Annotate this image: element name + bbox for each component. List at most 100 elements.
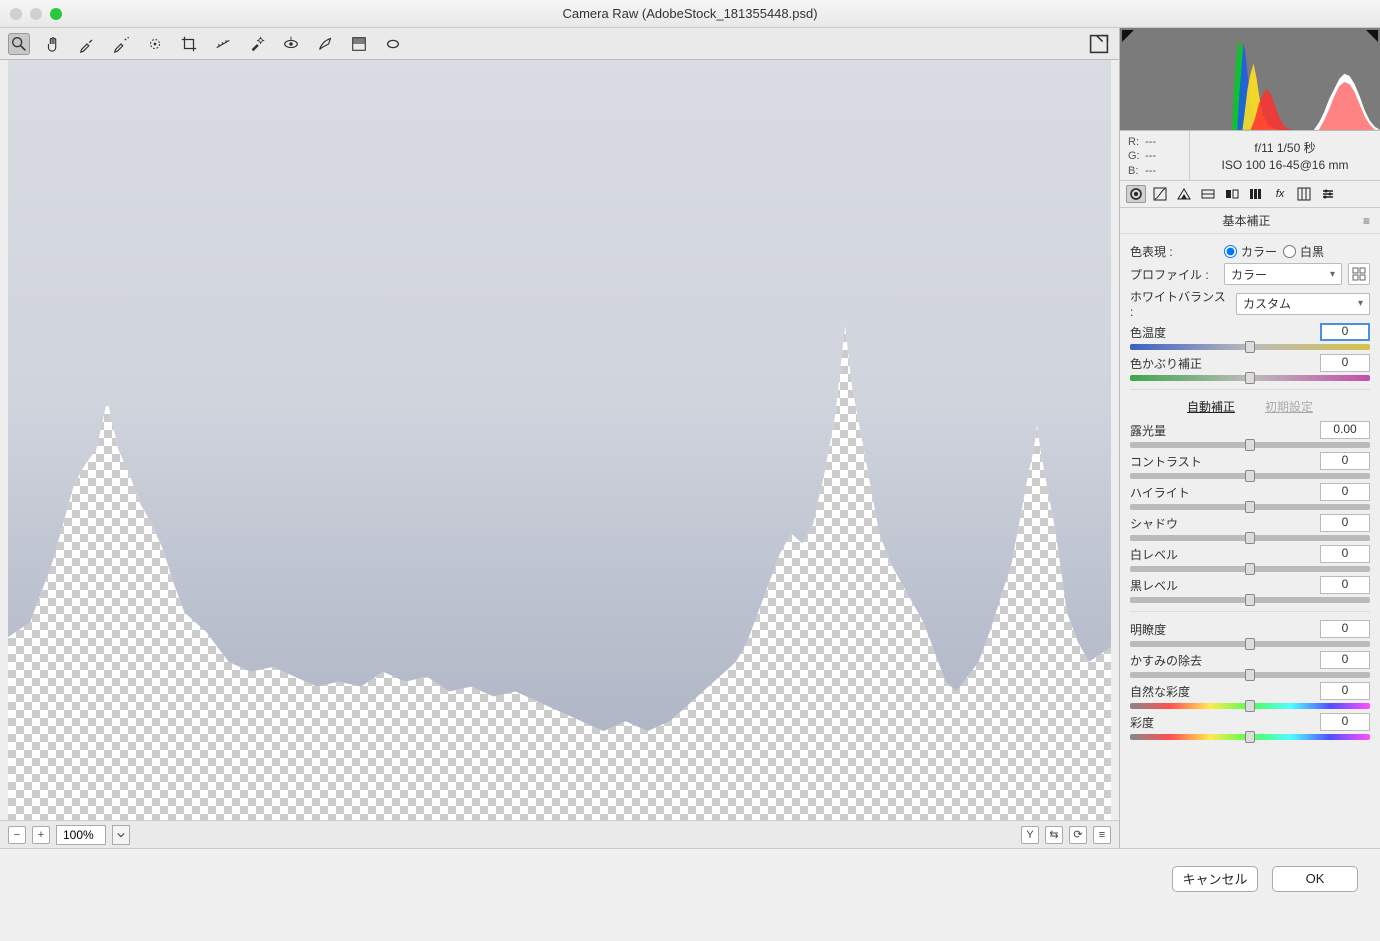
saturation-input[interactable]: 0 xyxy=(1320,713,1370,731)
swap-button[interactable]: ⟳ xyxy=(1069,826,1087,844)
toolbar xyxy=(0,28,1119,60)
slider-clarity[interactable]: 明瞭度0 xyxy=(1130,620,1370,647)
tab-hsl[interactable] xyxy=(1198,185,1218,203)
shadows-slider-thumb[interactable] xyxy=(1245,532,1255,544)
profile-browser-button[interactable] xyxy=(1348,263,1370,285)
profile-select[interactable]: カラー xyxy=(1224,263,1342,285)
panel-menu-icon[interactable]: ≡ xyxy=(1363,214,1370,228)
zoom-value[interactable]: 100% xyxy=(56,825,106,845)
slider-highlights[interactable]: ハイライト0 xyxy=(1130,483,1370,510)
tab-split[interactable] xyxy=(1222,185,1242,203)
highlights-input[interactable]: 0 xyxy=(1320,483,1370,501)
spot-removal-tool[interactable] xyxy=(246,33,268,55)
radial-filter-tool[interactable] xyxy=(382,33,404,55)
treatment-color-radio[interactable]: カラー xyxy=(1224,243,1277,260)
clarity-slider-track[interactable] xyxy=(1130,641,1370,647)
saturation-slider-thumb[interactable] xyxy=(1245,731,1255,743)
slider-contrast[interactable]: コントラスト0 xyxy=(1130,452,1370,479)
dehaze-input[interactable]: 0 xyxy=(1320,651,1370,669)
exif-block: R: --- G: --- B: --- f/11 1/50 秒 ISO 100… xyxy=(1120,131,1380,181)
tab-curve[interactable] xyxy=(1150,185,1170,203)
wb-select[interactable]: カスタム xyxy=(1236,293,1370,315)
highlights-slider-thumb[interactable] xyxy=(1245,501,1255,513)
dehaze-slider-track[interactable] xyxy=(1130,672,1370,678)
contrast-slider-thumb[interactable] xyxy=(1245,470,1255,482)
compare-button[interactable]: Y xyxy=(1021,826,1039,844)
temp-slider-thumb[interactable] xyxy=(1245,341,1255,353)
exposure-slider-thumb[interactable] xyxy=(1245,439,1255,451)
vibrance-input[interactable]: 0 xyxy=(1320,682,1370,700)
exposure-input[interactable]: 0.00 xyxy=(1320,421,1370,439)
slider-whites[interactable]: 白レベル0 xyxy=(1130,545,1370,572)
slider-vibrance[interactable]: 自然な彩度0 xyxy=(1130,682,1370,709)
clarity-input[interactable]: 0 xyxy=(1320,620,1370,638)
zoom-icon[interactable] xyxy=(50,8,62,20)
whites-slider-track[interactable] xyxy=(1130,566,1370,572)
slider-dehaze[interactable]: かすみの除去0 xyxy=(1130,651,1370,678)
tab-presets[interactable] xyxy=(1318,185,1338,203)
vibrance-slider-track[interactable] xyxy=(1130,703,1370,709)
tab-lens[interactable] xyxy=(1246,185,1266,203)
whites-input[interactable]: 0 xyxy=(1320,545,1370,563)
temp-slider-track[interactable] xyxy=(1130,344,1370,350)
whites-slider-thumb[interactable] xyxy=(1245,563,1255,575)
clarity-slider-thumb[interactable] xyxy=(1245,638,1255,650)
graduated-filter-tool[interactable] xyxy=(348,33,370,55)
shadows-slider-track[interactable] xyxy=(1130,535,1370,541)
shadows-input[interactable]: 0 xyxy=(1320,514,1370,532)
fullscreen-icon[interactable] xyxy=(1087,33,1111,55)
ok-button[interactable]: OK xyxy=(1272,866,1358,892)
tab-fx[interactable]: fx xyxy=(1270,185,1290,203)
tab-calibration[interactable] xyxy=(1294,185,1314,203)
red-eye-tool[interactable] xyxy=(280,33,302,55)
targeted-adjust-tool[interactable] xyxy=(144,33,166,55)
contrast-input[interactable]: 0 xyxy=(1320,452,1370,470)
slider-saturation[interactable]: 彩度0 xyxy=(1130,713,1370,740)
zoom-out-button[interactable]: − xyxy=(8,826,26,844)
adjustment-brush-tool[interactable] xyxy=(314,33,336,55)
slider-blacks[interactable]: 黒レベル0 xyxy=(1130,576,1370,603)
zoom-tool[interactable] xyxy=(8,33,30,55)
zoom-in-button[interactable]: + xyxy=(32,826,50,844)
tint-slider-thumb[interactable] xyxy=(1245,372,1255,384)
exposure-info: f/11 1/50 秒 ISO 100 16-45@16 mm xyxy=(1190,131,1380,180)
blacks-input[interactable]: 0 xyxy=(1320,576,1370,594)
close-icon[interactable] xyxy=(10,8,22,20)
image-canvas[interactable] xyxy=(8,60,1111,820)
tint-input[interactable]: 0 xyxy=(1320,354,1370,372)
slider-tint[interactable]: 色かぶり補正0 xyxy=(1130,354,1370,381)
zoom-dropdown[interactable] xyxy=(112,825,130,845)
profile-label: プロファイル : xyxy=(1130,266,1218,283)
vibrance-slider-thumb[interactable] xyxy=(1245,700,1255,712)
histogram[interactable] xyxy=(1120,28,1380,131)
cancel-button[interactable]: キャンセル xyxy=(1172,866,1258,892)
temp-input[interactable]: 0 xyxy=(1320,323,1370,341)
tab-detail[interactable] xyxy=(1174,185,1194,203)
blacks-slider-thumb[interactable] xyxy=(1245,594,1255,606)
exposure-slider-track[interactable] xyxy=(1130,442,1370,448)
crop-tool[interactable] xyxy=(178,33,200,55)
slider-shadows[interactable]: シャドウ0 xyxy=(1130,514,1370,541)
contrast-slider-track[interactable] xyxy=(1130,473,1370,479)
blacks-slider-track[interactable] xyxy=(1130,597,1370,603)
tab-basic[interactable] xyxy=(1126,185,1146,203)
saturation-slider-track[interactable] xyxy=(1130,734,1370,740)
slider-exposure[interactable]: 露光量0.00 xyxy=(1130,421,1370,448)
slider-temp[interactable]: 色温度0 xyxy=(1130,323,1370,350)
default-button[interactable]: 初期設定 xyxy=(1265,398,1313,415)
color-sampler-tool[interactable] xyxy=(110,33,132,55)
minimize-icon[interactable] xyxy=(30,8,42,20)
titlebar: Camera Raw (AdobeStock_181355448.psd) xyxy=(0,0,1380,28)
window-controls xyxy=(10,8,62,20)
auto-button[interactable]: 自動補正 xyxy=(1187,398,1235,415)
treatment-bw-radio[interactable]: 白黒 xyxy=(1283,243,1324,260)
straighten-tool[interactable] xyxy=(212,33,234,55)
before-after-button[interactable]: ⇆ xyxy=(1045,826,1063,844)
g-value: --- xyxy=(1145,149,1159,163)
dehaze-slider-thumb[interactable] xyxy=(1245,669,1255,681)
wb-eyedropper-tool[interactable] xyxy=(76,33,98,55)
prefs-button[interactable]: ≡ xyxy=(1093,826,1111,844)
hand-tool[interactable] xyxy=(42,33,64,55)
highlights-slider-track[interactable] xyxy=(1130,504,1370,510)
tint-slider-track[interactable] xyxy=(1130,375,1370,381)
